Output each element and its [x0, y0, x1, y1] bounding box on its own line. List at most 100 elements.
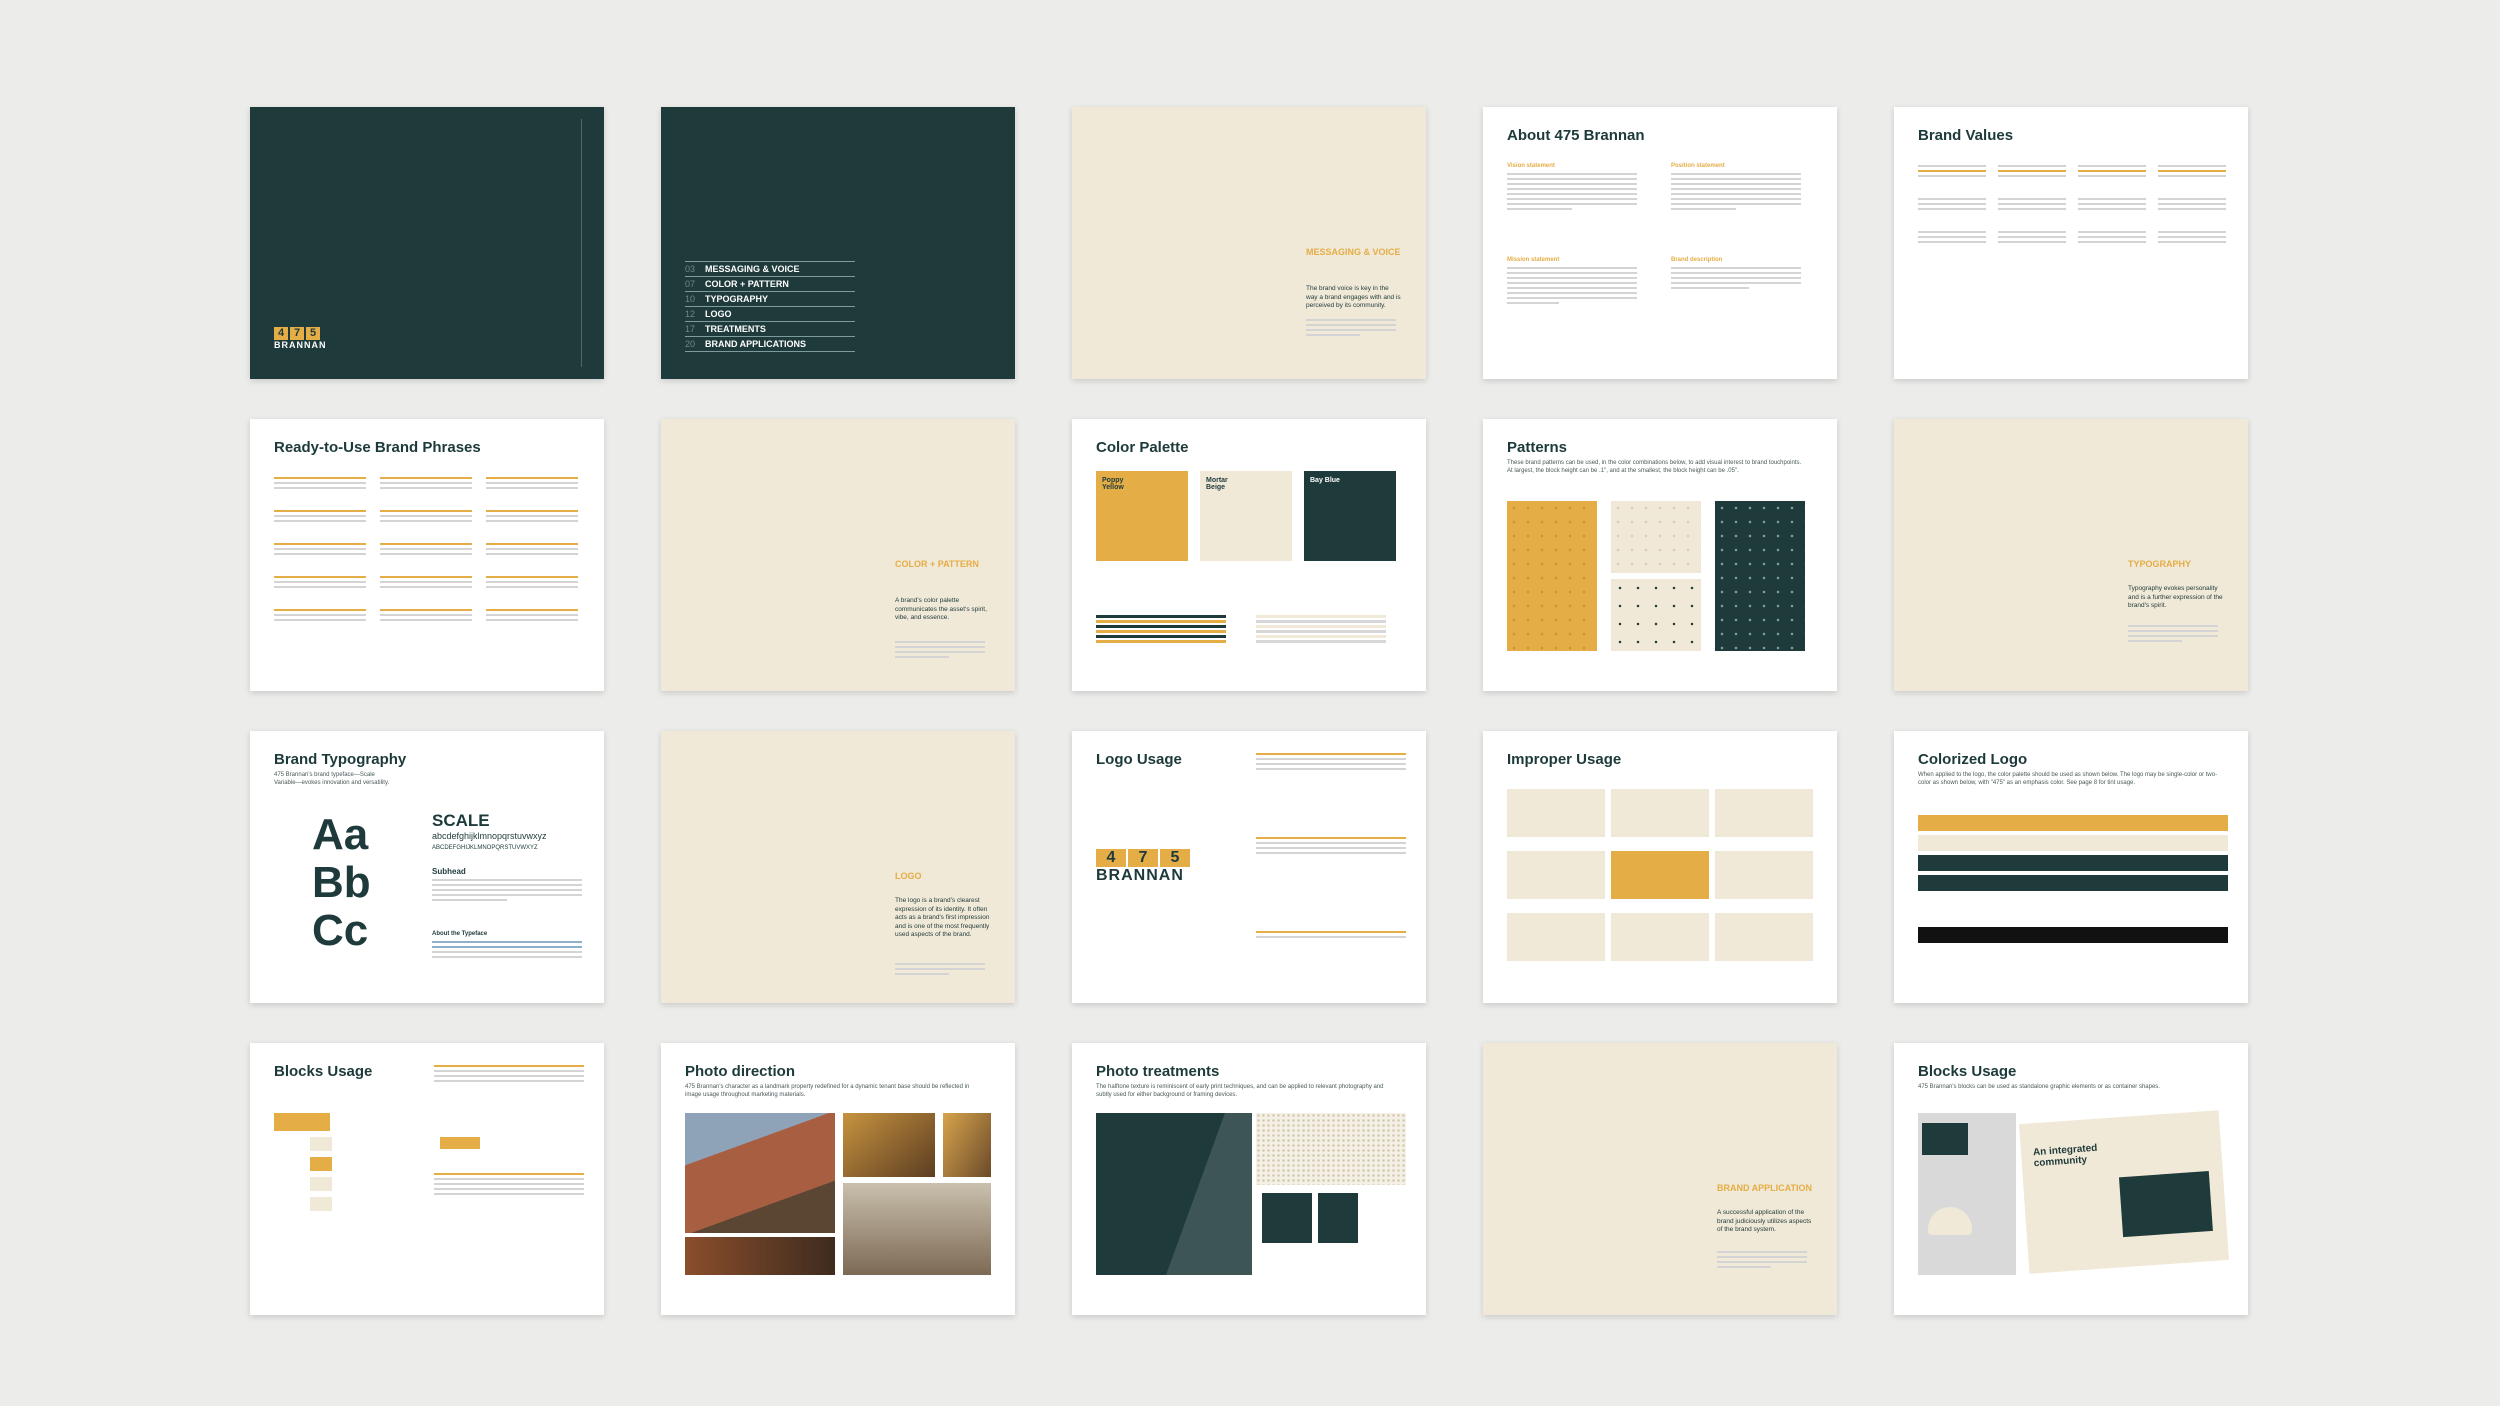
logo-digit: 5	[1160, 849, 1190, 867]
page-subtitle: 475 Brannan's blocks can be used as stan…	[1918, 1084, 2160, 1090]
poster-headline: An integrated community	[2032, 1142, 2098, 1170]
page-subtitle: 475 Brannan's character as a landmark pr…	[685, 1084, 970, 1098]
logo-word: BRANNAN	[1096, 867, 1184, 884]
photo-interior	[943, 1113, 991, 1177]
logo-bar-teal	[1918, 875, 2228, 891]
page-title: Color Palette	[1096, 439, 1189, 456]
palette-page[interactable]: Color Palette Poppy Yellow Mortar Beige …	[1072, 419, 1426, 691]
pattern-yellow	[1507, 501, 1597, 651]
logo-usage-page[interactable]: Logo Usage 4 7 5 BRANNAN	[1072, 731, 1426, 1003]
logo-digit: 5	[306, 327, 320, 340]
toc-item[interactable]: 10 TYPOGRAPHY	[685, 291, 855, 306]
toc-item[interactable]: 07 COLOR + PATTERN	[685, 276, 855, 291]
section-blurb: A brand's color palette communicates the…	[895, 597, 987, 621]
table-of-contents: 03 MESSAGING & VOICE 07 COLOR + PATTERN 10…	[685, 261, 855, 352]
halftone-photo	[1096, 1113, 1252, 1275]
mockup-card	[1922, 1123, 1968, 1155]
color-section-page[interactable]: COLOR + PATTERN A brand's color palette …	[661, 419, 1015, 691]
contrast-table	[1256, 615, 1386, 645]
brand-logo: 4 7 5 BRANNAN	[1096, 849, 1190, 885]
photo-interior	[843, 1113, 935, 1177]
brand-typography-page[interactable]: Brand Typography 475 Brannan's brand typ…	[250, 731, 604, 1003]
toc-item[interactable]: 17 TREATMENTS	[685, 321, 855, 336]
misuse-example	[1715, 851, 1813, 899]
logo-digit: 4	[1096, 849, 1126, 867]
section-title: MESSAGING & VOICE	[1306, 247, 1401, 257]
photo-treatments-page[interactable]: Photo treatments The halftone texture is…	[1072, 1043, 1426, 1315]
uppercase-sample: ABCDEFGHIJKLMNOPQRSTUVWXYZ	[432, 845, 538, 851]
block-shape	[310, 1177, 332, 1191]
typography-section-page[interactable]: TYPOGRAPHY Typography evokes personality…	[1894, 419, 2248, 691]
section-blurb: A successful application of the brand ju…	[1717, 1209, 1812, 1233]
page-title: Patterns	[1507, 439, 1568, 456]
pattern-beige	[1611, 501, 1701, 573]
heading: Brand description	[1671, 257, 1723, 263]
values-page[interactable]: Brand Values	[1894, 107, 2248, 379]
logo-bar-beige	[1918, 835, 2228, 851]
misuse-example	[1611, 851, 1709, 899]
misuse-example	[1507, 913, 1605, 961]
logo-digit: 7	[290, 327, 304, 340]
subhead-sample: Subhead	[432, 867, 466, 876]
blocks-standalone-page[interactable]: Blocks Usage 475 Brannan's blocks can be…	[1894, 1043, 2248, 1315]
page-subtitle: When applied to the logo, the color pale…	[1918, 772, 2218, 786]
block-shape	[310, 1137, 332, 1151]
logo-digit: 4	[274, 327, 288, 340]
specimen-letters: Aa	[312, 810, 369, 859]
logo-digit: 7	[1128, 849, 1158, 867]
swatch-beige: Mortar Beige	[1200, 471, 1292, 561]
logo-word: BRANNAN	[274, 340, 327, 350]
section-title: BRAND APPLICATION	[1717, 1183, 1812, 1193]
poster-block	[2118, 1171, 2213, 1238]
phrases-page[interactable]: Ready-to-Use Brand Phrases	[250, 419, 604, 691]
misuse-example	[1715, 789, 1813, 837]
treatment-example	[1262, 1193, 1312, 1243]
heading: Mission statement	[1507, 257, 1560, 263]
block-shape	[310, 1197, 332, 1211]
cover-page[interactable]: 4 7 5 BRANNAN	[250, 107, 604, 379]
misuse-example	[1611, 913, 1709, 961]
divider	[581, 119, 582, 367]
photo-office	[843, 1183, 991, 1275]
swatch-yellow: Poppy Yellow	[1096, 471, 1188, 561]
misuse-example	[1611, 789, 1709, 837]
toc-item[interactable]: 03 MESSAGING & VOICE	[685, 261, 855, 276]
photo-brick	[685, 1237, 835, 1275]
logo-bar-white	[1918, 901, 2228, 917]
photo-direction-page[interactable]: Photo direction 475 Brannan's character …	[661, 1043, 1015, 1315]
page-grid: 4 7 5 BRANNAN 03 MESSAGING & VOICE 07 COLO…	[250, 107, 2248, 1315]
halftone-texture	[1256, 1113, 1406, 1185]
colorized-logo-page[interactable]: Colorized Logo When applied to the logo,…	[1894, 731, 2248, 1003]
improper-usage-page[interactable]: Improper Usage	[1483, 731, 1837, 1003]
heading: Vision statement	[1507, 163, 1555, 169]
section-blurb: The logo is a brand's clearest expressio…	[895, 897, 990, 938]
section-title: COLOR + PATTERN	[895, 559, 979, 569]
logo-bar-yellow	[1918, 815, 2228, 831]
typeface-name: SCALE	[432, 811, 490, 830]
patterns-page[interactable]: Patterns These brand patterns can be use…	[1483, 419, 1837, 691]
swatch-blue: Bay Blue	[1304, 471, 1396, 561]
section-blurb: Typography evokes personality and is a f…	[2128, 585, 2223, 609]
about-page[interactable]: About 475 Brannan Vision statement Posit…	[1483, 107, 1837, 379]
logo-section-page[interactable]: LOGO The logo is a brand's clearest expr…	[661, 731, 1015, 1003]
page-title: Ready-to-Use Brand Phrases	[274, 439, 481, 456]
brand-application-section-page[interactable]: BRAND APPLICATION A successful applicati…	[1483, 1043, 1837, 1315]
brand-logo: 4 7 5 BRANNAN	[274, 327, 327, 350]
specimen-letters: Cc	[312, 906, 369, 955]
pattern-teal	[1715, 501, 1805, 651]
heading: Position statement	[1671, 163, 1725, 169]
page-title: Blocks Usage	[1918, 1063, 2017, 1080]
toc-item[interactable]: 20 BRAND APPLICATIONS	[685, 336, 855, 352]
subhead: About the Typeface	[432, 931, 488, 937]
toc-page[interactable]: 03 MESSAGING & VOICE 07 COLOR + PATTERN 10…	[661, 107, 1015, 379]
misuse-example	[1507, 851, 1605, 899]
blocks-usage-page[interactable]: Blocks Usage	[250, 1043, 604, 1315]
photo-building	[685, 1113, 835, 1233]
messaging-page[interactable]: MESSAGING & VOICE The brand voice is key…	[1072, 107, 1426, 379]
page-title: About 475 Brannan	[1507, 127, 1645, 144]
pattern-beige-dots	[1611, 579, 1701, 651]
contrast-table	[1096, 615, 1226, 645]
section-blurb: The brand voice is key in the way a bran…	[1306, 285, 1401, 309]
section-title: TYPOGRAPHY	[2128, 559, 2192, 569]
toc-item[interactable]: 12 LOGO	[685, 306, 855, 321]
